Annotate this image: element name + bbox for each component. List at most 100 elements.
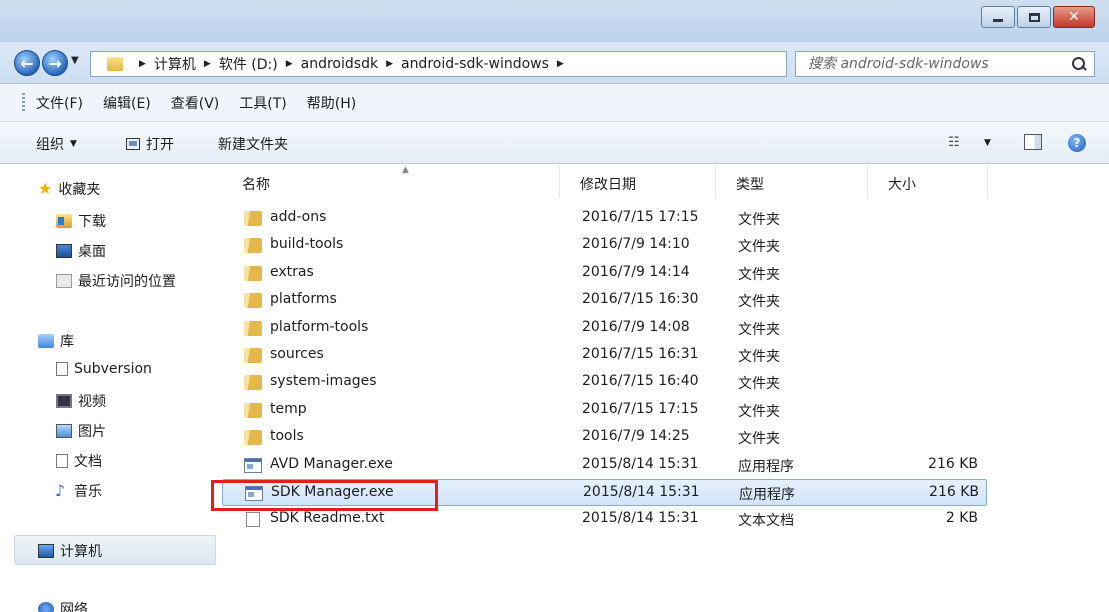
- file-type: 文件夹: [738, 212, 780, 228]
- nav-recent-places[interactable]: 最近访问的位置: [56, 271, 176, 291]
- nav-computer-label: 计算机: [60, 544, 102, 560]
- menu-file[interactable]: 文件(F): [36, 93, 83, 113]
- file-name: sources: [270, 346, 324, 362]
- breadcrumb-separator-icon[interactable]: ▶: [286, 59, 293, 69]
- file-date: 2016/7/15 16:40: [582, 373, 699, 390]
- menu-tools[interactable]: 工具(T): [239, 93, 286, 113]
- breadcrumb-separator-icon[interactable]: ▶: [557, 59, 564, 69]
- nav-documents-label: 文档: [74, 454, 102, 470]
- table-row[interactable]: build-tools 2016/7/9 14:10 文件夹: [222, 232, 987, 259]
- folder-icon: [244, 402, 262, 418]
- maximize-button[interactable]: [1017, 6, 1051, 28]
- libraries-icon: [38, 334, 54, 348]
- menu-view[interactable]: 查看(V): [171, 93, 220, 113]
- breadcrumb-androidsdk[interactable]: androidsdk: [301, 56, 378, 72]
- breadcrumb-separator-icon[interactable]: ▶: [386, 59, 393, 69]
- history-dropdown-icon[interactable]: ▼: [71, 55, 79, 66]
- file-type: 应用程序: [739, 487, 795, 503]
- file-type: 文件夹: [738, 403, 780, 420]
- file-name: SDK Readme.txt: [270, 510, 385, 527]
- new-folder-button[interactable]: 新建文件夹: [218, 134, 288, 154]
- search-box[interactable]: [795, 51, 1095, 77]
- file-date: 2015/8/14 15:31: [583, 484, 700, 500]
- file-date: 2016/7/9 14:08: [582, 318, 690, 335]
- view-dropdown-icon[interactable]: ▼: [984, 138, 991, 148]
- minimize-icon: [993, 18, 1003, 22]
- video-icon: [56, 394, 72, 408]
- column-header-type[interactable]: 类型: [716, 165, 868, 198]
- nav-network[interactable]: 网络: [38, 599, 88, 612]
- folder-icon: [244, 211, 262, 226]
- downloads-icon: [56, 214, 72, 228]
- open-label: 打开: [146, 137, 174, 153]
- nav-favorites[interactable]: ★ 收藏夹: [38, 179, 100, 199]
- nav-documents[interactable]: 文档: [56, 451, 102, 471]
- nav-subversion[interactable]: Subversion: [56, 361, 152, 377]
- nav-computer[interactable]: 计算机: [38, 541, 102, 561]
- nav-desktop[interactable]: 桌面: [56, 241, 106, 261]
- table-row[interactable]: add-ons 2016/7/15 17:15 文件夹: [222, 205, 987, 232]
- nav-subversion-label: Subversion: [74, 361, 152, 377]
- breadcrumb-computer[interactable]: 计算机: [154, 54, 196, 74]
- forward-button[interactable]: →: [42, 50, 68, 76]
- close-icon: ✕: [1068, 9, 1080, 25]
- desktop-icon: [56, 244, 72, 258]
- file-name: platforms: [270, 291, 337, 308]
- open-icon: [126, 138, 140, 150]
- preview-pane-icon[interactable]: [1024, 134, 1042, 150]
- search-icon[interactable]: [1072, 57, 1086, 71]
- minimize-button[interactable]: [981, 6, 1015, 28]
- file-date: 2016/7/9 14:10: [582, 236, 690, 253]
- breadcrumb-android-sdk-windows[interactable]: android-sdk-windows: [401, 56, 549, 72]
- file-type: 文件夹: [738, 294, 780, 311]
- file-size: 216 KB: [929, 484, 979, 500]
- table-row[interactable]: temp 2016/7/15 17:15 文件夹: [222, 397, 987, 424]
- view-options-icon[interactable]: ☷: [948, 135, 960, 150]
- menu-edit[interactable]: 编辑(E): [103, 93, 151, 113]
- organize-button[interactable]: 组织 ▼: [36, 134, 77, 154]
- search-input[interactable]: [808, 56, 1048, 72]
- table-row[interactable]: platform-tools 2016/7/9 14:08 文件夹: [222, 315, 987, 342]
- breadcrumb-separator-icon[interactable]: ▶: [204, 59, 211, 69]
- organize-label: 组织: [36, 137, 64, 153]
- table-row[interactable]: AVD Manager.exe 2015/8/14 15:31 应用程序 216 KB: [222, 452, 987, 479]
- table-row[interactable]: sources 2016/7/15 16:31 文件夹: [222, 342, 987, 369]
- close-button[interactable]: ✕: [1053, 6, 1095, 28]
- table-row[interactable]: tools 2016/7/9 14:25 文件夹: [222, 424, 987, 451]
- file-date: 2016/7/15 16:31: [582, 346, 699, 362]
- annotation-highlight-box: [211, 480, 438, 511]
- nav-videos-label: 视频: [78, 394, 106, 410]
- nav-music[interactable]: ♪ 音乐: [52, 481, 102, 501]
- nav-pictures[interactable]: 图片: [56, 421, 106, 441]
- documents-icon: [56, 454, 68, 468]
- menu-help[interactable]: 帮助(H): [307, 93, 356, 113]
- recent-places-icon: [56, 274, 72, 288]
- column-header-date[interactable]: 修改日期: [560, 165, 716, 198]
- nav-libraries-label: 库: [60, 334, 74, 350]
- file-size: 2 KB: [945, 510, 978, 527]
- file-name: AVD Manager.exe: [270, 455, 393, 472]
- subversion-icon: [56, 362, 68, 376]
- table-row[interactable]: system-images 2016/7/15 16:40 文件夹: [222, 369, 987, 396]
- help-icon[interactable]: ?: [1068, 134, 1086, 152]
- folder-icon: [244, 348, 262, 363]
- nav-music-label: 音乐: [74, 484, 102, 500]
- nav-libraries[interactable]: 库: [38, 331, 74, 351]
- open-button[interactable]: 打开: [126, 134, 174, 154]
- breadcrumb-separator-icon[interactable]: ▶: [139, 59, 146, 69]
- file-name: platform-tools: [270, 318, 369, 335]
- nav-videos[interactable]: 视频: [56, 391, 106, 411]
- nav-downloads[interactable]: 下载: [56, 211, 106, 231]
- folder-icon: [244, 293, 262, 309]
- folder-icon: [244, 238, 262, 254]
- table-row[interactable]: platforms 2016/7/15 16:30 文件夹: [222, 287, 987, 314]
- folder-icon: [244, 320, 262, 336]
- table-row[interactable]: extras 2016/7/9 14:14 文件夹: [222, 260, 987, 287]
- column-header-size[interactable]: 大小: [868, 165, 988, 198]
- back-button[interactable]: ←: [14, 50, 40, 76]
- new-folder-label: 新建文件夹: [218, 137, 288, 153]
- chevron-down-icon: ▼: [70, 139, 77, 149]
- breadcrumb-drive-d[interactable]: 软件 (D:): [219, 54, 278, 74]
- address-bar[interactable]: ▶ 计算机 ▶ 软件 (D:) ▶ androidsdk ▶ android-s…: [90, 51, 862, 77]
- column-header-name[interactable]: ▲ 名称: [222, 165, 560, 198]
